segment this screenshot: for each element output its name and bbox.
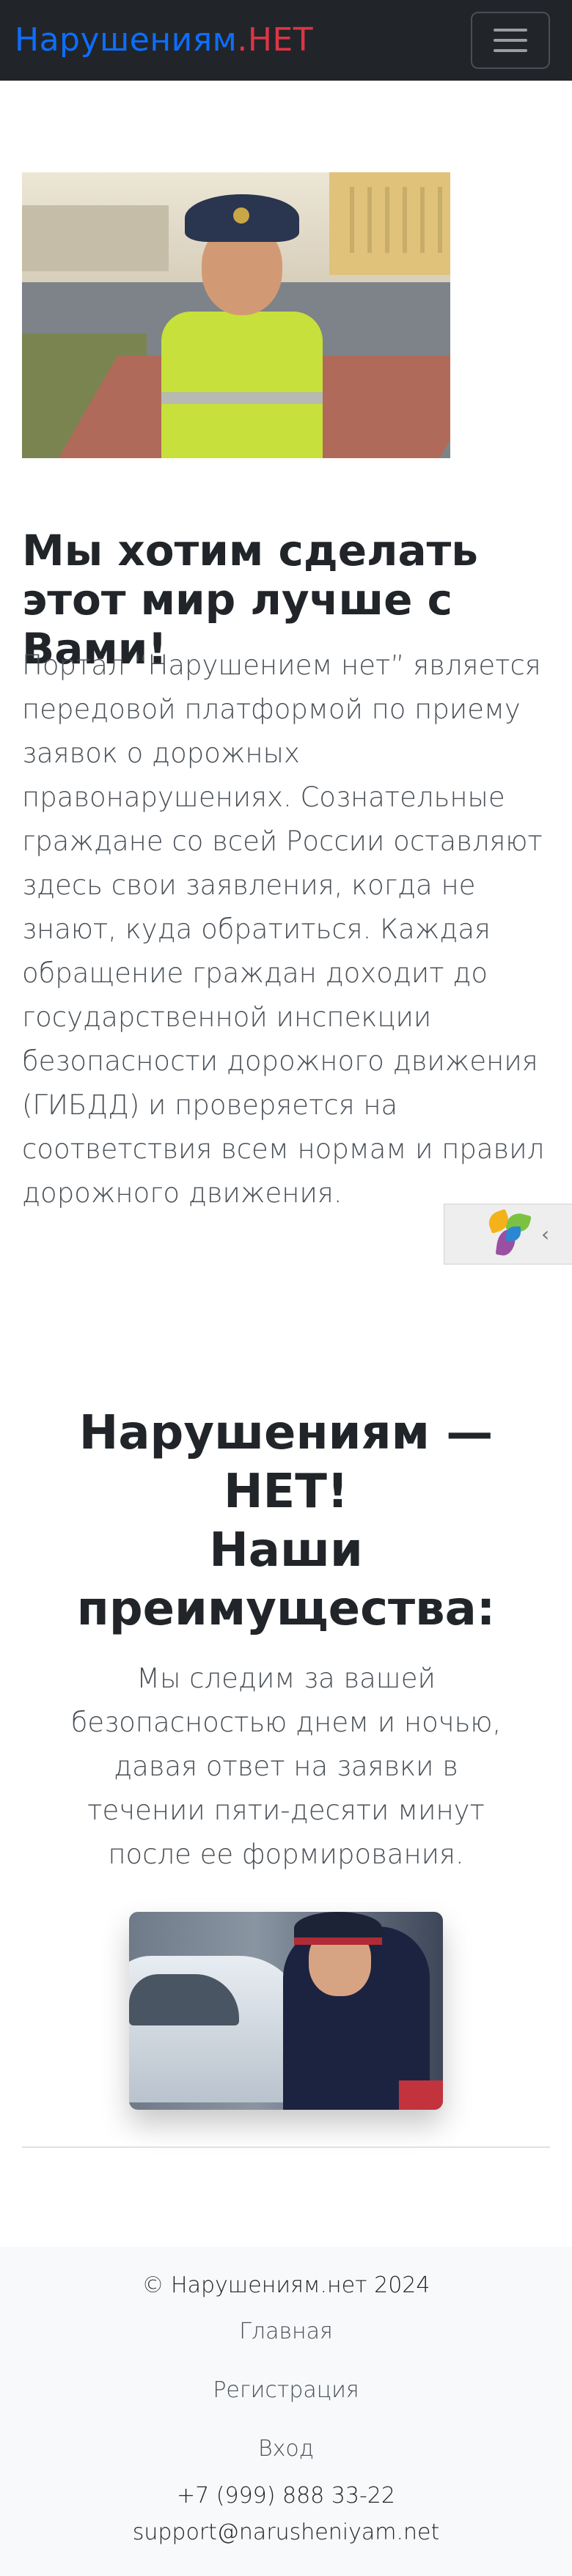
brand-part-1: Нарушениям [15, 21, 238, 59]
features-title-line-1: Нарушениям — НЕТ! [78, 1406, 494, 1519]
chevron-left-icon: ‹ [541, 1222, 550, 1246]
navbar: Нарушениям.НЕТ [0, 0, 572, 81]
footer-link-home[interactable]: Главная [0, 2319, 572, 2344]
features-title-line-2: Наши преимущества: [76, 1523, 496, 1636]
assistant-widget[interactable]: ‹ [444, 1204, 572, 1265]
navbar-toggler-button[interactable] [471, 12, 550, 69]
footer: © Нарушениям.нет 2024 Главная Регистраци… [0, 2247, 572, 2576]
brand-logo[interactable]: Нарушениям.НЕТ [15, 24, 313, 56]
footer-link-login[interactable]: Вход [0, 2436, 572, 2462]
hero-image [22, 172, 450, 458]
divider [22, 2146, 550, 2148]
features-description: Мы следим за вашей безопасностью днем и … [70, 1663, 502, 1870]
features-title: Нарушениям — НЕТ! Наши преимущества: [66, 1404, 506, 1638]
brand-part-2: .НЕТ [237, 21, 314, 59]
footer-copyright: © Нарушениям.нет 2024 [142, 2273, 430, 2298]
hamburger-menu-icon [494, 29, 527, 32]
footer-email: support@narusheniyam.net [132, 2520, 440, 2545]
footer-link-register[interactable]: Регистрация [0, 2377, 572, 2403]
features-image [129, 1912, 443, 2110]
footer-phone: +7 (999) 888 33-22 [177, 2483, 395, 2509]
yandex-alice-leaf-icon [485, 1208, 532, 1257]
hero-description: Портал “Нарушением нет” является передов… [22, 649, 545, 1209]
